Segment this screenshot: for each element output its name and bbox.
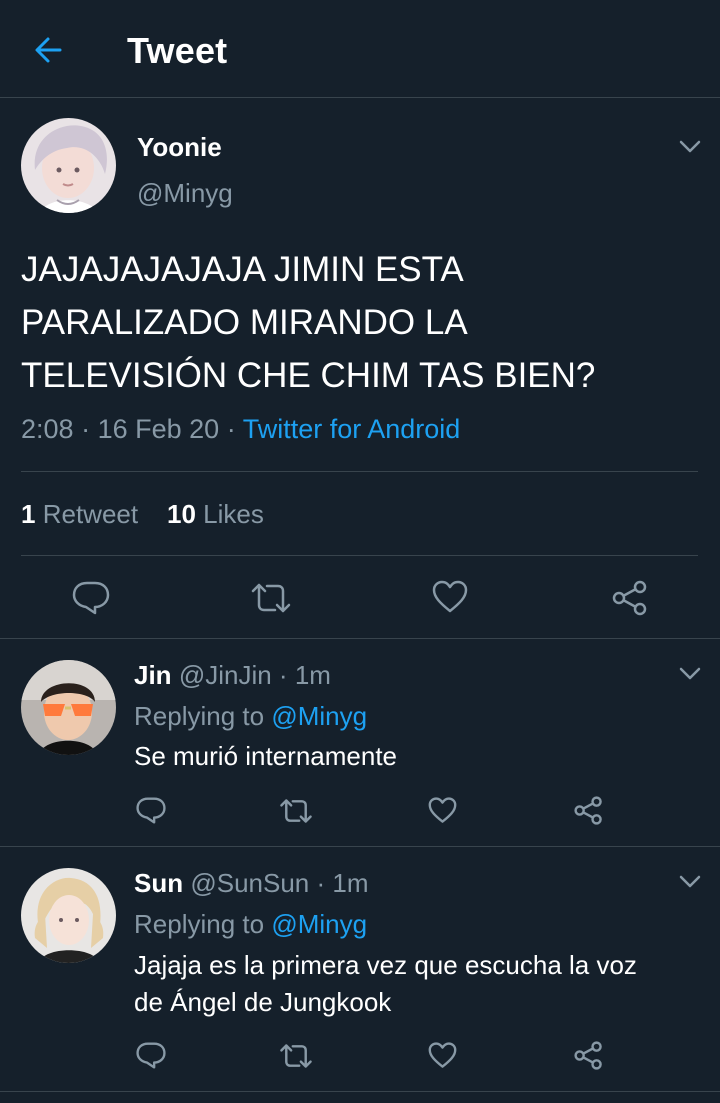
chevron-down-icon[interactable]: [679, 140, 701, 154]
mention-link[interactable]: @Minyg: [271, 909, 367, 939]
separator-dot: ·: [81, 414, 91, 444]
like-heart-icon[interactable]: [428, 1042, 457, 1074]
author-name[interactable]: Yoonie: [137, 132, 222, 163]
tweet-stats: 1 Retweet 10 Likes: [21, 499, 264, 530]
author-handle[interactable]: @Minyg: [137, 178, 233, 209]
replying-to: Replying to @Minyg: [134, 701, 367, 732]
reply-tweet[interactable]: Sun @SunSun · 1m Replying to @Minyg Jaja…: [0, 847, 720, 1092]
separator-dot: ·: [316, 868, 326, 898]
retweet-icon[interactable]: [250, 582, 292, 619]
like-label: Likes: [203, 499, 264, 529]
tweet-text: JAJAJAJAJAJA JIMIN ESTA PARALIZADO MIRAN…: [21, 250, 596, 395]
reply-time: 1m: [294, 660, 331, 690]
reply-author-name[interactable]: Jin: [134, 660, 172, 690]
separator-dot: ·: [226, 414, 236, 444]
share-icon[interactable]: [574, 796, 603, 830]
reply-icon[interactable]: [136, 1041, 166, 1075]
chevron-down-icon[interactable]: [679, 667, 701, 681]
reply-header: Sun @SunSun · 1m: [134, 868, 369, 899]
chevron-down-icon[interactable]: [679, 875, 701, 889]
retweet-icon[interactable]: [279, 798, 313, 829]
divider: [21, 471, 698, 472]
retweet-label: Retweet: [42, 499, 139, 529]
likes-stat[interactable]: 10 Likes: [167, 499, 264, 529]
share-icon[interactable]: [574, 1041, 603, 1075]
top-app-bar: Tweet: [0, 0, 720, 98]
author-avatar[interactable]: [21, 118, 116, 213]
reply-avatar[interactable]: [21, 868, 116, 963]
back-arrow-icon[interactable]: [30, 32, 70, 68]
reply-icon[interactable]: [136, 796, 166, 830]
mention-link[interactable]: @Minyg: [271, 701, 367, 731]
like-heart-icon[interactable]: [428, 797, 457, 829]
tweet-date: 16 Feb 20: [97, 414, 220, 444]
share-icon[interactable]: [612, 580, 648, 621]
replying-label: Replying to: [134, 701, 265, 731]
reply-icon[interactable]: [72, 580, 110, 621]
like-heart-icon[interactable]: [432, 580, 468, 619]
reply-author-name[interactable]: Sun: [134, 868, 183, 898]
retweets-stat[interactable]: 1 Retweet: [21, 499, 138, 529]
reply-tweet[interactable]: Jin @JinJin · 1m Replying to @Minyg Se m…: [0, 639, 720, 847]
retweet-icon[interactable]: [279, 1043, 313, 1074]
tweet-source-link[interactable]: Twitter for Android: [243, 414, 461, 444]
divider: [21, 555, 698, 556]
reply-header: Jin @JinJin · 1m: [134, 660, 331, 691]
tweet-time: 2:08: [21, 414, 74, 444]
replying-to: Replying to @Minyg: [134, 909, 367, 940]
page-title: Tweet: [127, 30, 228, 71]
like-count: 10: [167, 499, 196, 529]
reply-text: Jajaja es la primera vez que escucha la …: [134, 950, 637, 1017]
reply-author-handle[interactable]: @SunSun: [190, 868, 309, 898]
main-tweet: Yoonie @Minyg JAJAJAJAJAJA JIMIN ESTA PA…: [0, 98, 720, 639]
reply-time: 1m: [332, 868, 369, 898]
retweet-count: 1: [21, 499, 36, 529]
replying-label: Replying to: [134, 909, 265, 939]
reply-text: Se murió internamente: [134, 741, 398, 771]
tweet-meta: 2:08 · 16 Feb 20 · Twitter for Android: [21, 414, 460, 445]
reply-avatar[interactable]: [21, 660, 116, 755]
separator-dot: ·: [278, 660, 288, 690]
reply-author-handle[interactable]: @JinJin: [179, 660, 272, 690]
